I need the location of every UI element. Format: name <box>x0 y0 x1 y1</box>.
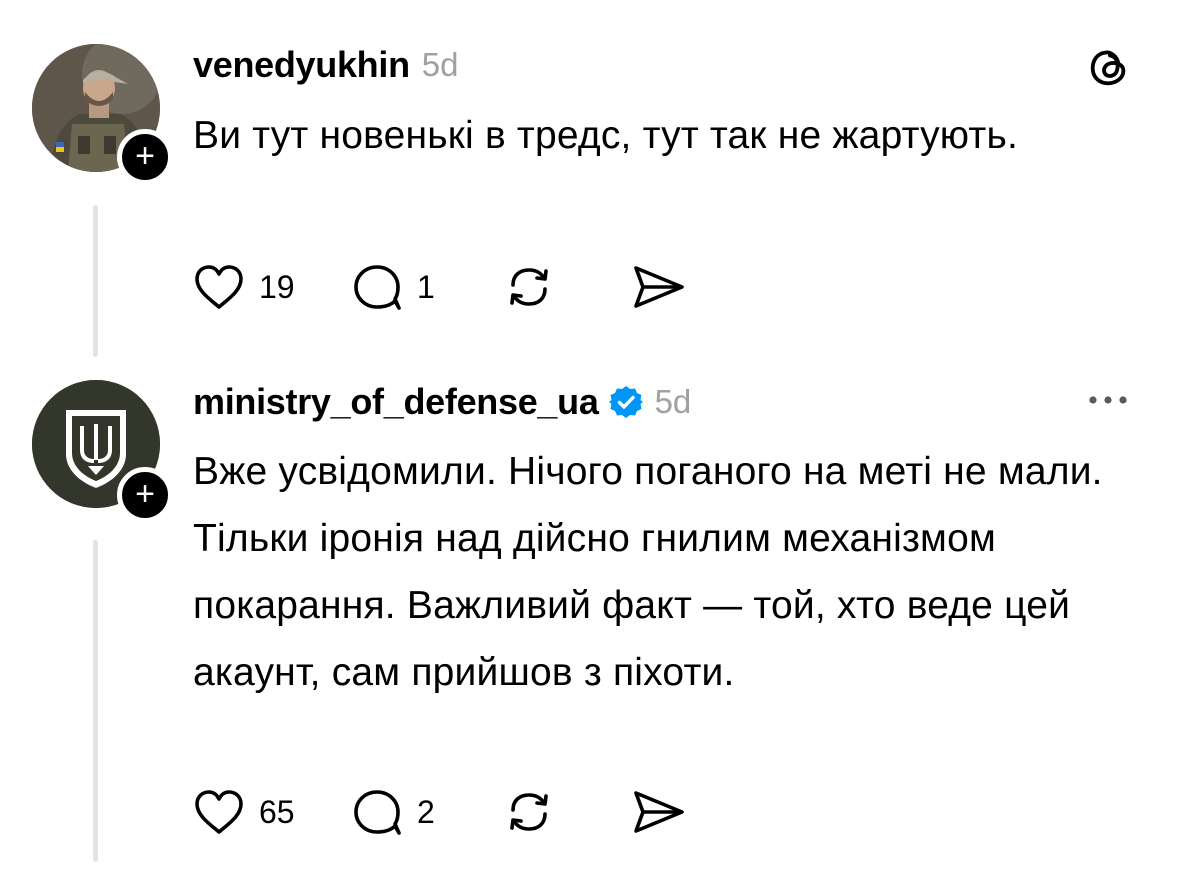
action-bar: 65 2 <box>193 785 687 839</box>
username[interactable]: venedyukhin <box>193 44 410 86</box>
reply-button[interactable]: 2 <box>351 785 503 839</box>
like-button[interactable]: 19 <box>193 260 351 314</box>
repost-icon <box>510 268 548 306</box>
like-count: 65 <box>259 793 295 830</box>
follow-button[interactable]: + <box>117 129 173 185</box>
post: + venedyukhin 5d Ви тут новенькі в тредс… <box>0 0 1179 360</box>
send-icon <box>634 266 684 308</box>
reply-count: 1 <box>417 268 435 305</box>
like-button[interactable]: 65 <box>193 785 351 839</box>
reply-count: 2 <box>417 793 435 830</box>
post-text: Вже усвідомили. Нічого поганого на меті … <box>193 450 1103 694</box>
timestamp: 5d <box>654 383 692 420</box>
post: + ministry_of_defense_ua 5d Вже усвідоми… <box>0 360 1179 877</box>
post-text: Ви тут новенькі в тредс, тут так не жарт… <box>193 114 1019 157</box>
username[interactable]: ministry_of_defense_ua <box>193 381 599 423</box>
comment-icon <box>354 790 401 835</box>
repost-button[interactable] <box>503 785 631 839</box>
follow-button[interactable]: + <box>117 467 173 523</box>
verified-badge-icon <box>608 386 643 418</box>
heart-icon <box>195 265 243 309</box>
share-button[interactable] <box>631 785 687 839</box>
post-header: ministry_of_defense_ua 5d <box>193 377 691 427</box>
like-count: 19 <box>259 268 295 305</box>
post-header: venedyukhin 5d <box>193 40 458 90</box>
thread-line <box>93 540 98 862</box>
repost-button[interactable] <box>503 260 631 314</box>
reply-button[interactable]: 1 <box>351 260 503 314</box>
thread-line <box>93 205 98 357</box>
comment-icon <box>354 265 401 310</box>
threads-logo-icon[interactable] <box>1086 44 1132 90</box>
timestamp: 5d <box>421 46 459 83</box>
repost-icon <box>510 793 548 831</box>
action-bar: 19 1 <box>193 260 687 314</box>
more-icon[interactable] <box>1085 388 1131 412</box>
send-icon <box>634 791 684 833</box>
heart-icon <box>195 790 243 834</box>
share-button[interactable] <box>631 260 687 314</box>
